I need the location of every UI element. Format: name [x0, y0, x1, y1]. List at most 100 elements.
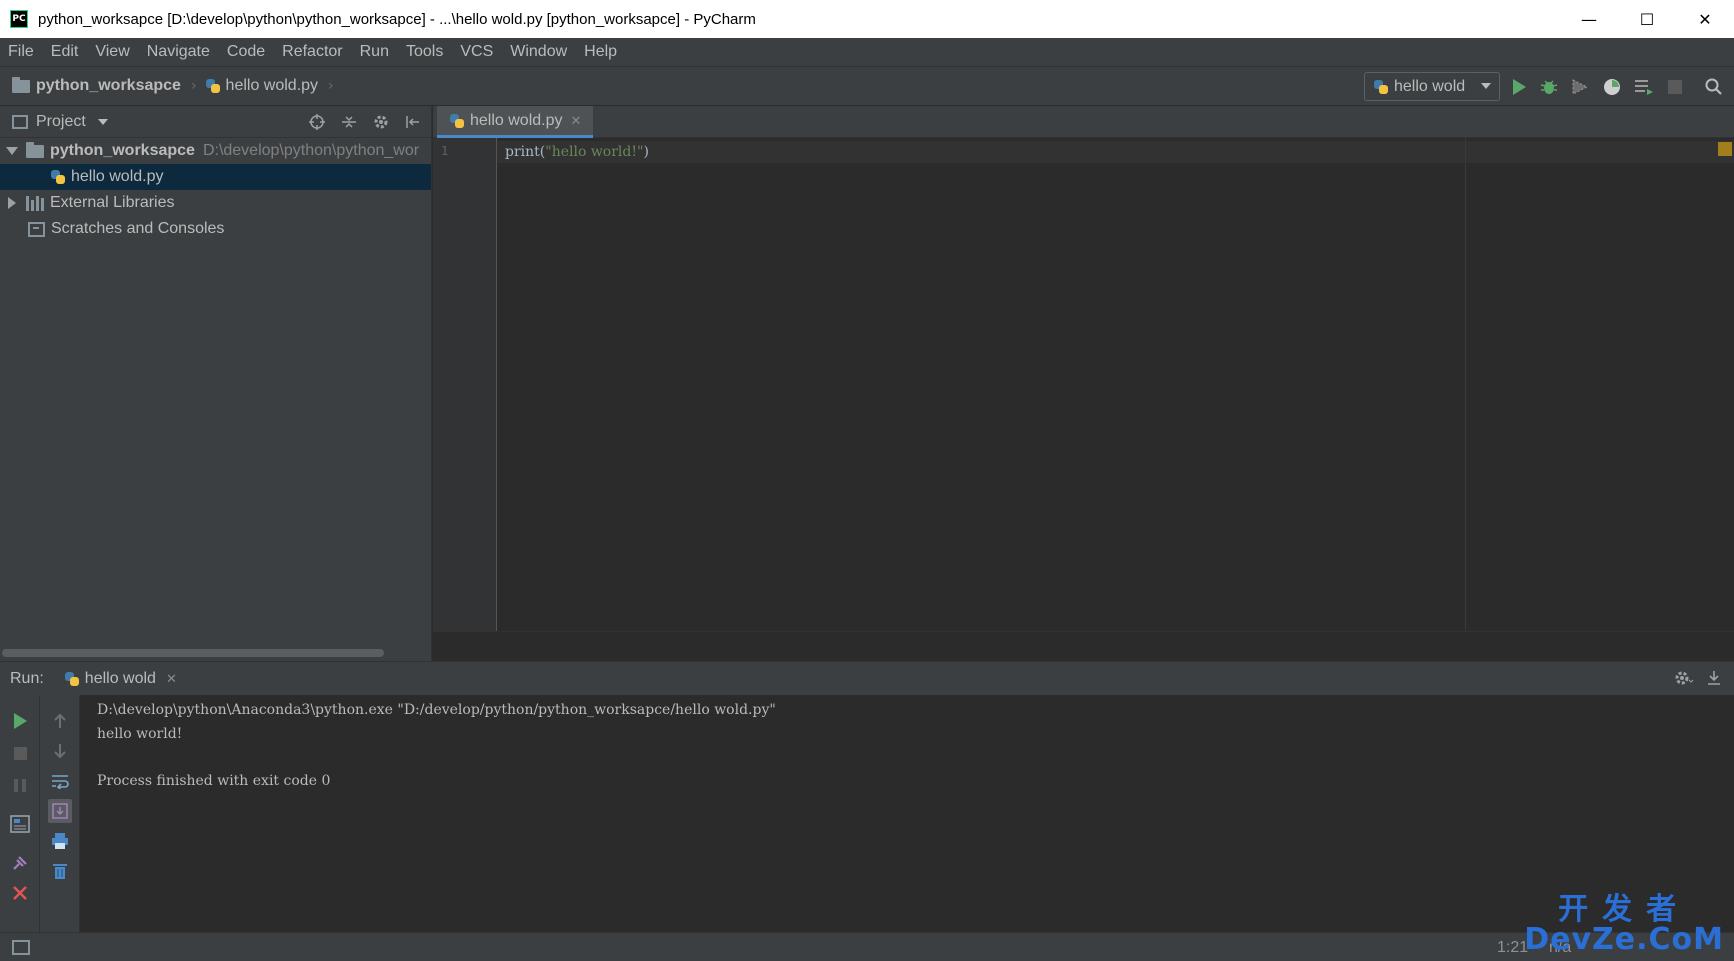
watermark-en: DevZe.CoM [1524, 922, 1724, 957]
editor-bottom-strip [433, 631, 1734, 661]
status-bar: 1:21 n/a [0, 932, 1734, 961]
horizontal-scrollbar[interactable] [2, 649, 384, 657]
python-file-icon [449, 113, 465, 129]
search-icon[interactable] [1703, 76, 1725, 98]
pause-icon[interactable] [8, 773, 32, 797]
console-line: Process finished with exit code 0 [97, 772, 331, 789]
tree-item-path: D:\develop\python\python_wor [202, 142, 420, 159]
maximize-button[interactable]: ☐ [1618, 0, 1676, 38]
menu-code[interactable]: Code [227, 43, 265, 61]
close-button[interactable]: ✕ [1676, 0, 1734, 38]
run-tab-label: hello wold [84, 669, 156, 687]
python-file-icon [64, 671, 80, 687]
menu-window[interactable]: Window [510, 43, 567, 61]
warning-marker-icon[interactable] [1718, 142, 1732, 156]
hide-icon[interactable] [403, 112, 423, 132]
collapse-icon[interactable] [339, 112, 359, 132]
project-view-icon [12, 114, 28, 129]
code-function: print( [505, 144, 546, 160]
breadcrumb-separator: › [190, 78, 197, 94]
project-panel-header[interactable]: Project [0, 106, 431, 138]
gear-icon[interactable] [1674, 669, 1694, 692]
run-tool-window-header: Run: hello wold ✕ [0, 661, 1734, 695]
run-tab-hello-wold[interactable]: hello wold ✕ [64, 670, 177, 688]
pin-icon[interactable] [8, 851, 32, 875]
project-tool-window: Project python_worksapce D:\develop\pyth… [0, 106, 432, 661]
code-string: "hello world!" [545, 144, 644, 160]
current-line-highlight [497, 141, 1734, 163]
close-icon[interactable] [8, 881, 32, 905]
soft-wrap-icon[interactable] [48, 769, 72, 793]
menu-edit[interactable]: Edit [51, 43, 79, 61]
tree-item-external-libraries[interactable]: External Libraries [0, 190, 431, 216]
menu-run[interactable]: Run [360, 43, 389, 61]
editor-gutter: 1 [433, 138, 497, 631]
arrow-down-icon[interactable] [48, 739, 72, 763]
code-paren: ) [643, 144, 649, 160]
breadcrumb-file[interactable]: hello wold.py [205, 77, 319, 95]
run-toolbar-secondary [40, 695, 80, 932]
tree-item-scratches[interactable]: Scratches and Consoles [0, 216, 431, 242]
arrow-up-icon[interactable] [48, 709, 72, 733]
clear-all-icon[interactable] [48, 859, 72, 883]
code-editor[interactable]: 1 print("hello world!") [433, 138, 1734, 631]
stop-icon[interactable] [1664, 76, 1686, 98]
tree-item-label: hello wold.py [71, 168, 164, 185]
run-label: Run: [10, 669, 44, 687]
run-toolbar-primary [0, 695, 40, 932]
locate-icon[interactable] [307, 112, 327, 132]
python-file-icon [205, 78, 221, 94]
run-icon[interactable] [1508, 76, 1530, 98]
restore-layout-icon[interactable] [8, 812, 32, 836]
chevron-down-icon[interactable] [6, 147, 18, 155]
tab-hello-wold-py[interactable]: hello wold.py ✕ [437, 106, 593, 138]
editor-tab-bar: hello wold.py ✕ [433, 106, 1734, 138]
folder-icon [12, 76, 30, 93]
menu-navigate[interactable]: Navigate [147, 43, 210, 61]
menu-vcs[interactable]: VCS [460, 43, 493, 61]
breadcrumb-project[interactable]: python_worksapce [12, 76, 181, 95]
close-icon[interactable]: ✕ [571, 113, 582, 129]
tab-label: hello wold.py [470, 111, 563, 129]
breadcrumb-file-label: hello wold.py [225, 77, 319, 94]
run-header-tools [1674, 669, 1722, 692]
project-panel-title: Project [36, 112, 86, 130]
tree-item-label: Scratches and Consoles [51, 220, 225, 237]
tree-item-project-root[interactable]: python_worksapce D:\develop\python\pytho… [0, 138, 431, 164]
gear-icon[interactable] [371, 112, 391, 132]
menu-view[interactable]: View [95, 43, 129, 61]
navigation-bar: python_worksapce › hello wold.py › hello… [0, 66, 1734, 106]
run-configuration-select[interactable]: hello wold [1364, 72, 1500, 101]
close-icon[interactable]: ✕ [166, 671, 177, 687]
menu-bar: File Edit View Navigate Code Refactor Ru… [0, 38, 1734, 66]
hide-panel-icon[interactable] [1706, 669, 1722, 692]
profile-icon[interactable] [1601, 76, 1623, 98]
console-line: hello world! [97, 725, 183, 742]
tree-item-label: External Libraries [50, 194, 175, 211]
tree-item-hello-wold-py[interactable]: hello wold.py [0, 164, 431, 190]
chevron-right-icon[interactable] [8, 197, 16, 209]
toggle-tool-windows-icon[interactable] [12, 940, 30, 955]
menu-file[interactable]: File [8, 43, 34, 61]
concurrency-icon[interactable] [1633, 76, 1655, 98]
print-icon[interactable] [48, 829, 72, 853]
right-margin-guide [1465, 138, 1466, 631]
run-console-output[interactable]: D:\develop\python\Anaconda3\python.exe "… [81, 695, 1734, 932]
console-line: D:\develop\python\Anaconda3\python.exe "… [97, 702, 776, 718]
breadcrumb-project-label: python_worksapce [36, 77, 181, 94]
minimize-button[interactable]: — [1560, 0, 1618, 38]
watermark: 开发者 DevZe.CoM [1524, 895, 1724, 955]
rerun-icon[interactable] [8, 709, 32, 733]
window-controls: — ☐ ✕ [1560, 0, 1734, 38]
coverage-icon[interactable] [1569, 76, 1591, 98]
menu-refactor[interactable]: Refactor [282, 43, 342, 61]
menu-help[interactable]: Help [584, 43, 617, 61]
debug-icon[interactable] [1538, 76, 1560, 98]
stop-icon[interactable] [8, 741, 32, 765]
scroll-to-end-icon[interactable] [48, 799, 72, 823]
line-number: 1 [441, 144, 449, 158]
code-line[interactable]: print("hello world!") [505, 144, 649, 160]
menu-tools[interactable]: Tools [406, 43, 443, 61]
python-file-icon [50, 169, 66, 185]
